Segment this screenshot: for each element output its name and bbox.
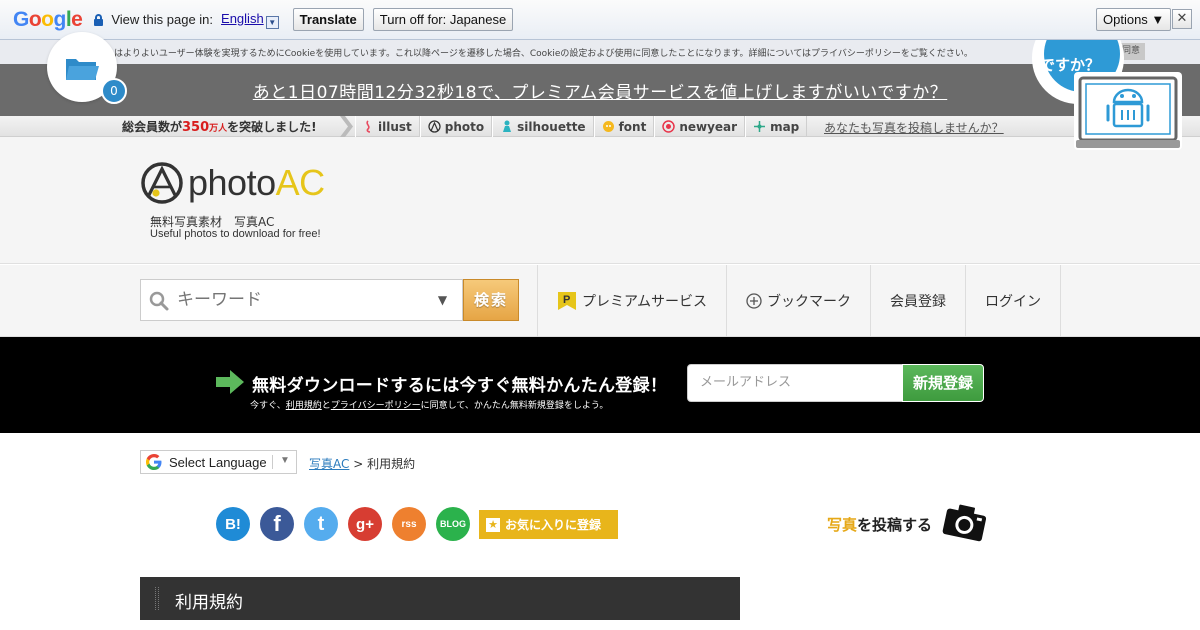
site-nav-strip: 総会員数が350万人を突破しました! illust photo silhouet… — [0, 116, 1200, 137]
site-link-illust[interactable]: illust — [355, 116, 420, 137]
rss-icon[interactable]: rss — [392, 507, 426, 541]
options-button[interactable]: Options ▼ — [1096, 8, 1172, 31]
cookie-text: はよりよいユーザー体験を実現するためにCookieを使用しています。これ以降ペー… — [114, 49, 973, 59]
chevron-right-icon — [340, 116, 353, 137]
folder-icon — [66, 59, 99, 80]
registration-title: 無料ダウンロードするには今すぐ無料かんたん登録！ — [252, 376, 668, 396]
tagline-english: Useful photos to download for free! — [150, 228, 321, 240]
search-button[interactable]: 検索 — [463, 279, 519, 321]
privacy-link[interactable]: プライバシーポリシー — [331, 401, 421, 411]
site-link-photo[interactable]: photo — [419, 116, 493, 137]
add-favorite-button[interactable]: ★ お気に入りに登録 — [479, 510, 618, 539]
twitter-icon[interactable]: t — [304, 507, 338, 541]
language-select-link[interactable]: English ▼ — [221, 11, 279, 29]
section-title: 利用規約 — [175, 593, 243, 613]
registration-band: 無料ダウンロードするには今すぐ無料かんたん登録！ 今すぐ、利用規約とプライバシー… — [0, 337, 1200, 433]
language-select[interactable]: Select Language ▼ — [140, 450, 297, 474]
sister-site-links: illust photo silhouette font newyear map — [355, 116, 808, 137]
google-plus-icon[interactable]: g+ — [348, 507, 382, 541]
font-icon — [602, 121, 614, 132]
google-translate-bar: Google View this page in: English ▼ Trans… — [0, 0, 1200, 40]
folder-count-badge: 0 — [101, 78, 127, 104]
countdown-text[interactable]: あと1日07時間12分32秒18で、プレミアム会員サービスを値上げしますがいいで… — [0, 78, 1200, 103]
terms-link[interactable]: 利用規約 — [286, 401, 322, 411]
social-share-buttons: B! f t g+ rss BLOG — [216, 507, 480, 541]
countdown-banner[interactable]: あと1日07時間12分32秒18で、プレミアム会員サービスを値上げしますがいいで… — [0, 64, 1200, 116]
nav-bookmark[interactable]: ブックマーク — [726, 265, 870, 337]
blog-icon[interactable]: BLOG — [436, 507, 470, 541]
search-icon — [149, 291, 169, 311]
photoac-logo-icon — [141, 162, 183, 204]
search-box[interactable] — [140, 279, 424, 321]
post-photo-cta[interactable]: 写真を投稿する — [827, 514, 932, 535]
facebook-icon[interactable]: f — [260, 507, 294, 541]
newyear-icon — [662, 120, 676, 133]
member-count-text: 総会員数が350万人を突破しました! — [122, 120, 317, 135]
svg-text:P: P — [563, 294, 570, 306]
cookie-notice: はよりよいユーザー体験を実現するためにCookieを使用しています。これ以降ペー… — [0, 40, 1200, 64]
site-header: photoAC 無料写真素材 写真AC Useful photos to dow… — [0, 137, 1200, 264]
site-link-newyear[interactable]: newyear — [654, 116, 746, 137]
logo-text: photoAC — [188, 162, 325, 203]
star-icon: ★ — [486, 517, 500, 532]
android-promo[interactable]: ですか？ — [1032, 12, 1200, 152]
register-button[interactable]: 新規登録 — [902, 364, 984, 402]
photo-icon — [428, 120, 441, 133]
illust-icon — [366, 120, 371, 133]
translate-button[interactable]: Translate — [292, 8, 364, 31]
email-field[interactable]: メールアドレス — [687, 364, 903, 402]
plus-circle-icon — [746, 293, 762, 309]
breadcrumb: 写真AC > 利用規約 — [309, 457, 416, 471]
site-link-font[interactable]: font — [593, 116, 655, 137]
hatena-bookmark-icon[interactable]: B! — [216, 507, 250, 541]
breadcrumb-home[interactable]: 写真AC — [309, 457, 349, 471]
map-icon — [754, 121, 766, 132]
chevron-down-icon[interactable]: ▼ — [280, 455, 290, 466]
registration-subtext: 今すぐ、利用規約とプライバシーポリシーに同意して、かんたん無料新規登録をしよう。 — [250, 401, 609, 411]
search-category-dropdown[interactable]: ▼ — [423, 279, 463, 321]
google-logo: Google — [13, 7, 83, 31]
nav-premium[interactable]: P プレミアムサービス — [537, 265, 726, 337]
arrow-right-icon — [216, 370, 244, 394]
search-nav-row: ▼ 検索 P プレミアムサービス ブックマーク 会員登録 ログイン — [0, 265, 1200, 337]
search-input[interactable] — [177, 288, 417, 312]
google-g-icon — [146, 454, 162, 470]
header-nav: P プレミアムサービス ブックマーク 会員登録 ログイン — [537, 265, 1062, 337]
section-title-bar: 利用規約 — [140, 577, 740, 620]
site-link-silhouette[interactable]: silhouette — [492, 116, 594, 137]
promo-text: ですか？ — [1040, 56, 1101, 74]
chevron-down-icon[interactable]: ▼ — [265, 15, 279, 29]
premium-icon: P — [558, 292, 576, 310]
nav-login[interactable]: ログイン — [965, 265, 1062, 337]
camera-icon[interactable] — [940, 500, 990, 544]
lock-icon — [94, 13, 104, 26]
site-logo[interactable]: photoAC — [140, 161, 325, 205]
turn-off-button[interactable]: Turn off for: Japanese — [372, 8, 514, 31]
translate-prompt: View this page in: — [111, 12, 214, 27]
nav-register[interactable]: 会員登録 — [870, 265, 965, 337]
site-link-map[interactable]: map — [745, 116, 808, 137]
close-icon[interactable]: ✕ — [1172, 9, 1192, 29]
post-photo-link[interactable]: あなたも写真を投稿しませんか？ — [824, 119, 1004, 136]
silhouette-icon — [503, 120, 512, 132]
breadcrumb-current: 利用規約 — [367, 457, 416, 471]
